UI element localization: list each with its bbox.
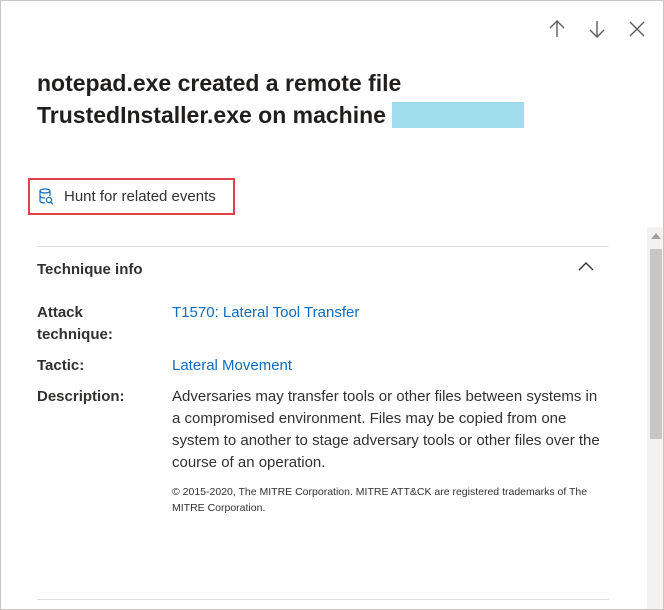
alert-title-line2: TrustedInstaller.exe on machine: [37, 99, 597, 131]
attack-label-line2: technique:: [37, 326, 113, 343]
previous-button[interactable]: [545, 17, 569, 41]
arrow-down-icon: [589, 21, 605, 38]
hunt-label: Hunt for related events: [64, 188, 216, 205]
hunt-for-related-events-button[interactable]: Hunt for related events: [28, 178, 235, 215]
arrow-up-icon: [549, 20, 565, 37]
database-search-icon: [39, 187, 54, 205]
description-label: Description:: [37, 388, 125, 405]
tactic-link[interactable]: Lateral Movement: [172, 357, 292, 374]
alert-title: notepad.exe created a remote file Truste…: [37, 67, 597, 131]
attack-technique-label: Attack technique:: [37, 302, 172, 346]
attack-label-line1: Attack: [37, 304, 83, 321]
mitre-copyright: © 2015-2020, The MITRE Corporation. MITR…: [172, 486, 588, 514]
description-text: Adversaries may transfer tools or other …: [172, 388, 600, 471]
description-row: Description: Adversaries may transfer to…: [37, 386, 609, 516]
attack-technique-row: Attack technique: T1570: Lateral Tool Tr…: [37, 302, 609, 346]
alert-title-line2-text: TrustedInstaller.exe on machine: [37, 102, 386, 128]
details-scroll-area: Technique info Attack technique: T1570: …: [1, 227, 647, 609]
close-button[interactable]: [625, 17, 649, 41]
tactic-label: Tactic:: [37, 357, 85, 374]
chevron-up-icon[interactable]: [577, 258, 609, 281]
redacted-machine-name: [391, 102, 524, 128]
vertical-scrollbar[interactable]: [647, 227, 663, 609]
next-button[interactable]: [585, 17, 609, 41]
scroll-up-arrow-icon[interactable]: [651, 233, 661, 239]
scroll-thumb[interactable]: [650, 249, 662, 439]
divider-bottom: [37, 599, 609, 600]
alert-title-line1: notepad.exe created a remote file: [37, 70, 402, 96]
close-icon: [629, 21, 645, 37]
tactic-row: Tactic: Lateral Movement: [37, 355, 609, 377]
alert-details-panel: notepad.exe created a remote file Truste…: [0, 0, 664, 610]
technique-info-header[interactable]: Technique info: [37, 247, 609, 291]
panel-navigation: [545, 17, 649, 41]
attack-technique-link[interactable]: T1570: Lateral Tool Transfer: [172, 304, 359, 321]
section-title: Technique info: [37, 260, 143, 278]
